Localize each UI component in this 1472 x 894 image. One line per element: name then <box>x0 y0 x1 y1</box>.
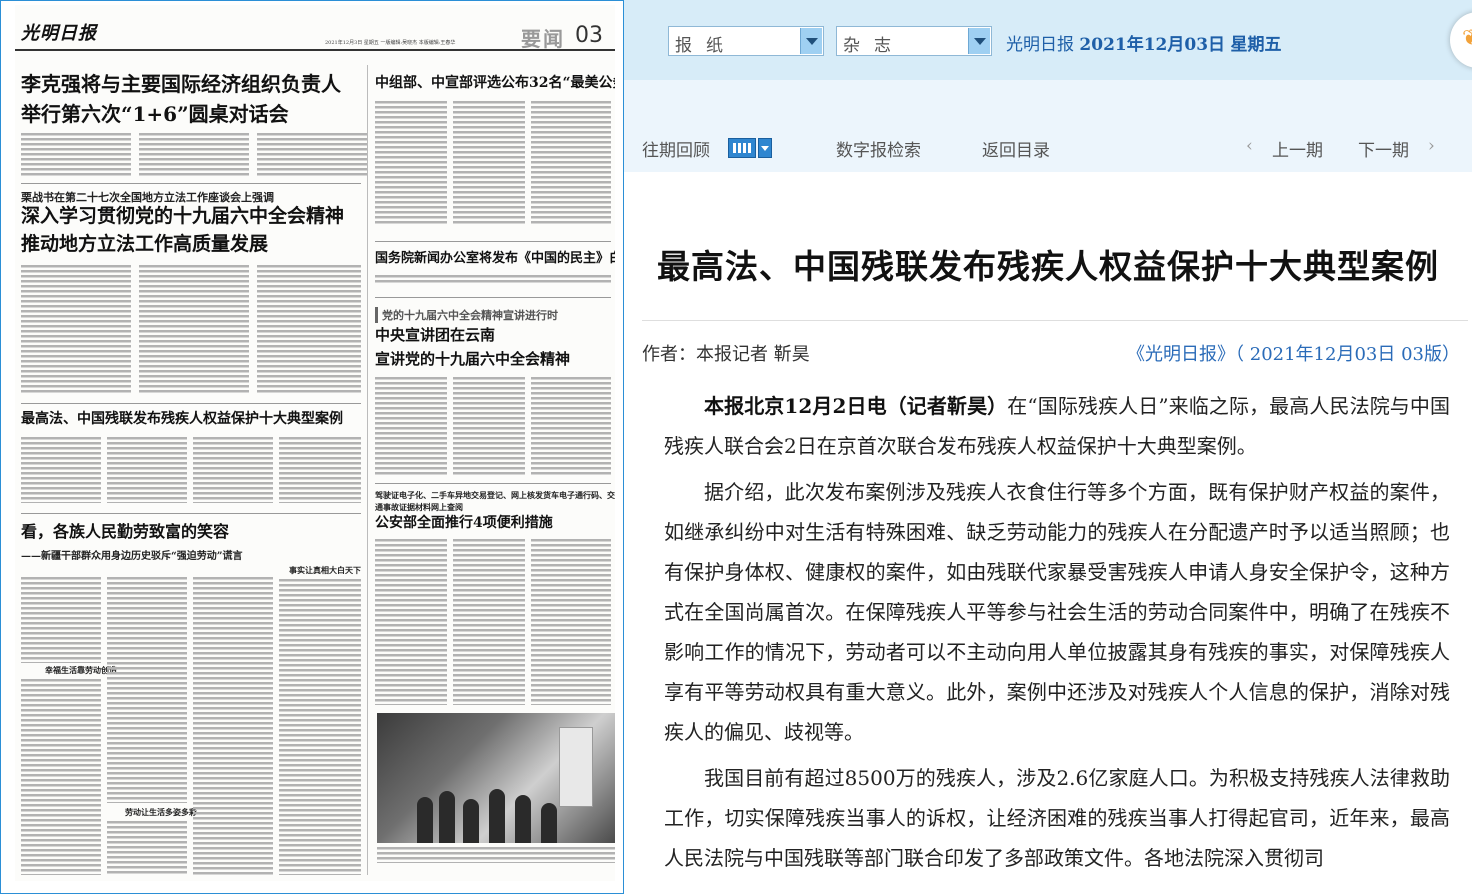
text-block <box>453 377 525 477</box>
text-block <box>21 437 101 503</box>
text-block <box>531 101 611 225</box>
headline-lecture-tag: 党的十九届六中全会精神宣讲进行时 <box>375 307 558 323</box>
paragraph: 本报北京12月2日电（记者靳昊）在“国际残疾人日”来临之际，最高人民法院与中国残… <box>664 394 1451 458</box>
search-link[interactable]: 数字报检索 <box>836 136 921 161</box>
article-title: 最高法、中国残联发布残疾人权益保护十大典型案例 <box>657 247 1439 286</box>
text-block <box>279 579 361 875</box>
headline-li-zhanshu-2[interactable]: 推动地方立法工作高质量发展 <box>21 233 268 255</box>
text-block <box>531 377 611 477</box>
divider <box>375 297 611 298</box>
text-block <box>531 539 611 705</box>
issue-date: 2021年12月03日 <box>1079 35 1226 55</box>
headline-police[interactable]: 公安部全面推行4项便利措施 <box>375 515 553 532</box>
newspaper-section: 要闻 <box>521 27 565 51</box>
article-reader: 报纸 杂志 光明日报 2021年12月03日 星期五 ❦ 往期回顾 数字报检索 … <box>624 0 1472 894</box>
photo-caption <box>377 847 615 863</box>
newspaper-masthead: 光明日报 <box>21 23 97 44</box>
headline-lecture-1[interactable]: 中央宣讲团在云南 <box>375 326 495 345</box>
newspaper-page-viewer[interactable]: 光明日报 2021年12月3日 星期五 一版编辑:吴晓杰 本版编辑:王春华 要闻… <box>0 0 624 894</box>
text-block <box>375 377 447 477</box>
divider <box>21 513 361 514</box>
text-block <box>375 101 447 225</box>
text-block <box>107 437 187 503</box>
headline-li-zhanshu-kicker[interactable]: 栗战书在第二十七次全国地方立法工作座谈会上强调 <box>21 189 274 205</box>
text-block <box>375 275 611 285</box>
text-block <box>21 577 101 663</box>
headline-police-kicker: 驾驶证电子化、二手车异地交易登记、网上核发货车电子通行码、交通事故证据材料网上查… <box>375 490 615 512</box>
text-block <box>21 133 131 177</box>
headline-li-keqiang-2[interactable]: 举行第六次“1+6”圆桌对话会 <box>21 102 289 127</box>
issue-date-info: 光明日报 2021年12月03日 星期五 <box>1006 30 1281 55</box>
column-divider <box>367 65 368 875</box>
app-badge[interactable]: ❦ <box>1450 12 1472 68</box>
text-block <box>453 101 525 225</box>
text-block <box>257 265 361 395</box>
calendar-icon[interactable] <box>728 138 756 158</box>
chevron-right-icon: › <box>1428 136 1435 156</box>
text-block <box>139 133 249 177</box>
text-block <box>21 265 131 395</box>
prev-issue-link[interactable]: 上一期 <box>1272 136 1323 161</box>
paper-select[interactable]: 报纸 <box>668 26 824 56</box>
chevron-down-icon[interactable] <box>758 138 772 158</box>
issue-weekday: 星期五 <box>1230 35 1282 55</box>
next-issue-link[interactable]: 下一期 <box>1358 136 1409 161</box>
magazine-select[interactable]: 杂志 <box>836 26 992 56</box>
nav-bar: 往期回顾 数字报检索 返回目录 ‹ 上一期 下一期 › <box>624 80 1472 172</box>
divider <box>21 403 361 404</box>
article-byline: 作者：本报记者 靳昊 <box>642 344 810 365</box>
article-body: 本报北京12月2日电（记者靳昊）在“国际残疾人日”来临之际，最高人民法院与中国残… <box>664 386 1450 884</box>
headline-li-zhanshu-1[interactable]: 深入学习贯彻党的十九届六中全会精神 <box>21 205 344 227</box>
divider <box>375 241 611 242</box>
divider <box>375 483 611 484</box>
text-block <box>257 133 367 177</box>
back-to-index-link[interactable]: 返回目录 <box>982 136 1050 161</box>
paper-name: 光明日报 <box>1006 35 1074 55</box>
headline-li-keqiang-1[interactable]: 李克强将与主要国际经济组织负责人 <box>21 72 341 97</box>
magazine-select-label: 杂志 <box>843 36 905 56</box>
chevron-down-icon[interactable] <box>800 28 822 54</box>
headline-lecture-2[interactable]: 宣讲党的十九届六中全会精神 <box>375 350 570 369</box>
headline-white-paper[interactable]: 国务院新闻办公室将发布《中国的民主》白皮书 <box>375 251 615 266</box>
newspaper-page-image[interactable]: 光明日报 2021年12月3日 星期五 一版编辑:吴晓杰 本版编辑:王春华 要闻… <box>15 5 615 881</box>
text-block <box>139 265 249 395</box>
article-source[interactable]: 《光明日报》（ 2021年12月03日 03版） <box>1127 340 1460 366</box>
headline-civil-servants[interactable]: 中组部、中宣部评选公布32名“最美公务员” <box>375 75 615 92</box>
text-block <box>21 679 101 875</box>
chevron-down-icon[interactable] <box>968 28 990 54</box>
text-block <box>193 437 273 503</box>
archive-link[interactable]: 往期回顾 <box>642 136 710 161</box>
divider <box>21 183 361 184</box>
news-photo[interactable] <box>377 713 615 843</box>
newspaper-meta-line: 2021年12月3日 星期五 一版编辑:吴晓杰 本版编辑:王春华 <box>325 40 456 46</box>
paragraph: 据介绍，此次发布案例涉及残疾人衣食住行等多个方面，既有保护财产权益的案件，如继承… <box>664 480 1450 744</box>
text-block <box>453 539 525 705</box>
text-block <box>107 577 187 803</box>
headline-disability-cases[interactable]: 最高法、中国残联发布残疾人权益保护十大典型案例 <box>21 411 343 428</box>
text-block <box>375 539 447 705</box>
newspaper-page-number: 03 <box>575 23 603 48</box>
text-block <box>107 821 187 875</box>
divider <box>642 320 1468 321</box>
dateline: 本报北京12月2日电（记者靳昊） <box>704 394 1008 418</box>
headline-xinjiang-sub: ——新疆干部群众用身边历史驳斥“强迫劳动”谎言 <box>21 551 243 562</box>
paragraph: 我国目前有超过8500万的残疾人，涉及2.6亿家庭人口。为积极支持残疾人法律救助… <box>664 766 1450 870</box>
headline-xinjiang[interactable]: 看，各族人民勤劳致富的笑容 <box>21 522 229 542</box>
calendar-picker[interactable] <box>728 136 774 160</box>
paper-select-label: 报纸 <box>675 36 737 56</box>
text-block <box>193 577 273 875</box>
subhead-labor: 劳动让生活多姿多彩 <box>125 807 197 817</box>
chevron-left-icon: ‹ <box>1246 136 1253 156</box>
top-toolbar: 报纸 杂志 光明日报 2021年12月03日 星期五 ❦ <box>624 0 1472 80</box>
leaf-icon: ❦ <box>1462 26 1472 51</box>
text-block <box>279 437 361 503</box>
subhead-truth: 事实让真相大白天下 <box>289 565 361 575</box>
newspaper-header: 光明日报 2021年12月3日 星期五 一版编辑:吴晓杰 本版编辑:王春华 要闻… <box>15 5 615 51</box>
